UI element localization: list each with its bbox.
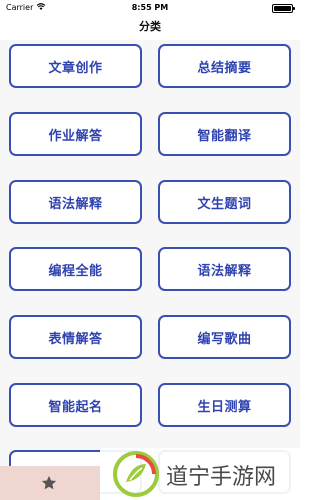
category-button-summary[interactable]: 总结摘要 [158, 44, 291, 88]
category-button-naming[interactable]: 智能起名 [9, 383, 142, 427]
watermark-text: 道宁手游网 [166, 465, 277, 490]
category-button-birthday[interactable]: 生日测算 [158, 383, 291, 427]
status-time: 8:55 PM [131, 3, 169, 12]
category-button-programming[interactable]: 编程全能 [9, 247, 142, 291]
watermark-logo-icon [113, 451, 159, 497]
category-button-text-prompt[interactable]: 文生题词 [158, 180, 291, 224]
status-bar: Carrier 8:55 PM [0, 0, 300, 16]
category-button-article-writing[interactable]: 文章创作 [9, 44, 142, 88]
page-title: 分类 [139, 20, 161, 33]
category-button-songwriting[interactable]: 编写歌曲 [158, 315, 291, 359]
star-icon[interactable] [40, 474, 58, 492]
category-button-translation[interactable]: 智能翻译 [158, 112, 291, 156]
category-button-grammar-2[interactable]: 语法解释 [158, 247, 291, 291]
battery-icon [272, 4, 295, 13]
watermark: 道宁手游网 [100, 448, 300, 500]
category-button-homework[interactable]: 作业解答 [9, 112, 142, 156]
category-button-emoji[interactable]: 表情解答 [9, 315, 142, 359]
tab-bar [0, 466, 100, 500]
category-grid: 文章创作 总结摘要 作业解答 智能翻译 语法解释 文生题词 编程全能 语法解释 … [0, 40, 300, 500]
category-button-grammar[interactable]: 语法解释 [9, 180, 142, 224]
